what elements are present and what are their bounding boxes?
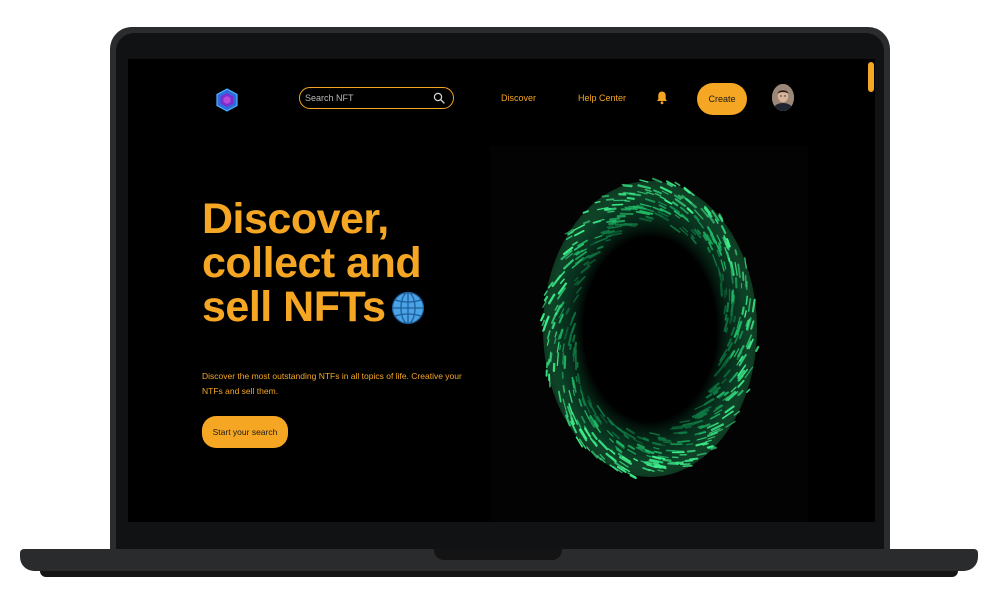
sphere-strand — [686, 443, 694, 446]
hero-title: Discover, collect and sell NFTs — [202, 197, 462, 329]
sphere-strand — [719, 282, 724, 297]
sphere-strand — [575, 348, 578, 359]
sphere-strand — [723, 305, 727, 315]
sphere-strand — [625, 207, 638, 211]
sphere-strands — [540, 177, 760, 480]
sphere-strand — [548, 373, 551, 388]
sphere-strand — [575, 376, 578, 383]
sphere-strand — [734, 249, 738, 256]
sphere-strand — [605, 198, 615, 201]
search-bar[interactable] — [299, 87, 454, 109]
sphere-strand — [755, 345, 760, 352]
hero-title-line-3-text: sell NFTs — [202, 283, 386, 331]
sphere-strand — [606, 234, 612, 238]
sphere-strand — [669, 427, 683, 430]
sphere-strand — [674, 181, 681, 187]
sphere-strand — [572, 347, 575, 357]
nav-discover[interactable]: Discover — [501, 93, 536, 103]
nft-artwork-panel — [490, 146, 808, 522]
search-icon[interactable] — [433, 92, 445, 104]
sphere-strand — [594, 201, 601, 204]
scrollbar-thumb[interactable] — [868, 62, 874, 92]
sphere-strand — [626, 196, 635, 200]
sphere-strand — [622, 185, 633, 188]
sphere-strand — [614, 223, 628, 226]
laptop-base-shadow — [40, 571, 958, 577]
sphere-strand — [561, 352, 565, 365]
sphere-strand — [658, 438, 672, 442]
sphere-strand — [601, 194, 610, 198]
sphere-strand — [745, 295, 748, 305]
sphere-strand — [569, 343, 572, 350]
start-search-button[interactable]: Start your search — [202, 416, 288, 448]
sphere-strand — [603, 207, 612, 211]
sphere-strand — [606, 225, 615, 229]
avatar[interactable] — [772, 84, 794, 111]
globe-icon — [392, 291, 425, 325]
sphere-strand — [721, 273, 725, 281]
sphere-strand — [730, 301, 735, 317]
laptop-notch — [434, 549, 562, 560]
sphere-strand — [669, 461, 678, 464]
green-sphere-artwork — [540, 177, 760, 480]
sphere-strand — [662, 458, 672, 462]
hero-description: Discover the most outstanding NTFs in al… — [202, 371, 462, 396]
logo-icon[interactable] — [216, 88, 238, 112]
sphere-strand — [732, 315, 737, 323]
sphere-strand — [549, 352, 553, 363]
sphere-strand — [731, 267, 735, 274]
create-button[interactable]: Create — [697, 83, 747, 115]
sphere-strand — [609, 217, 621, 221]
hero-title-line-2: collect and — [202, 239, 422, 287]
sphere-strand — [662, 441, 673, 444]
sphere-strand — [684, 426, 692, 429]
hero-title-line-1: Discover, — [202, 195, 389, 243]
sphere-strand — [681, 460, 694, 463]
laptop-screen: Discover Help Center Create Discover, co… — [128, 59, 875, 522]
sphere-strand — [673, 431, 687, 435]
sphere-strand — [547, 358, 550, 366]
sphere-strand — [689, 457, 699, 461]
sphere-strand — [628, 225, 637, 227]
nav-help-center[interactable]: Help Center — [578, 93, 626, 103]
bell-icon[interactable] — [656, 90, 668, 105]
sphere-strand — [726, 301, 730, 313]
sphere-strand — [629, 474, 637, 480]
sphere-strand — [558, 344, 562, 351]
sphere-strand — [686, 449, 696, 453]
sphere-strand — [706, 246, 711, 253]
sphere-strand — [657, 436, 667, 441]
search-input[interactable] — [305, 93, 433, 103]
sphere-strand — [562, 384, 566, 393]
sphere-strand — [741, 306, 745, 316]
hero-title-line-3: sell NFTs — [202, 285, 462, 329]
sphere-strand — [665, 449, 679, 452]
sphere-strand — [724, 313, 728, 321]
sphere-strand — [572, 334, 576, 343]
scrollbar[interactable] — [868, 59, 875, 522]
sphere-strand — [607, 210, 615, 213]
